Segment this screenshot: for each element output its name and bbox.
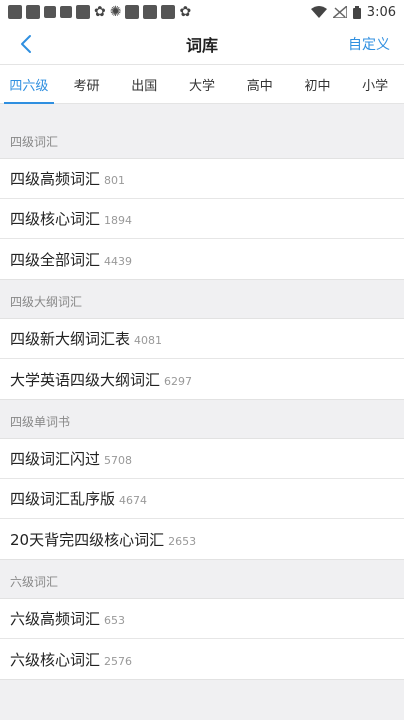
status-bar: ✿ ✺ ✿ 3:06 bbox=[0, 0, 404, 24]
chevron-left-icon bbox=[21, 35, 31, 53]
navigation-bar: 词库 自定义 bbox=[0, 24, 404, 64]
wordbook-row[interactable]: 四级全部词汇 4439 bbox=[0, 239, 404, 279]
section-list: 四级新大纲词汇表 4081 大学英语四级大纲词汇 6297 bbox=[0, 318, 404, 400]
app-notification-icon: ✿ bbox=[94, 4, 106, 20]
word-count: 4081 bbox=[134, 334, 163, 347]
section-header: 六级词汇 bbox=[10, 575, 59, 589]
app-notification-icon: ✺ bbox=[109, 4, 122, 20]
wordbook-row[interactable]: 四级词汇闪过 5708 bbox=[0, 439, 404, 479]
section-list: 六级高频词汇 653 六级核心词汇 2576 bbox=[0, 598, 404, 680]
wordbook-row[interactable]: 四级新大纲词汇表 4081 bbox=[0, 319, 404, 359]
notification-icon bbox=[143, 5, 158, 19]
word-count: 1894 bbox=[104, 214, 133, 227]
wordbook-title: 20天背完四级核心词汇 bbox=[10, 530, 165, 549]
customize-button[interactable]: 自定义 bbox=[348, 34, 390, 54]
notification-icon bbox=[125, 5, 140, 19]
wordbook-title: 四级核心词汇 bbox=[10, 210, 101, 228]
tab-3[interactable]: 大学 bbox=[173, 65, 231, 103]
word-count: 5708 bbox=[104, 454, 133, 467]
tab-2[interactable]: 出国 bbox=[115, 65, 173, 103]
notification-icon bbox=[44, 6, 56, 18]
tab-1[interactable]: 考研 bbox=[58, 65, 116, 103]
battery-icon bbox=[352, 5, 361, 19]
wordbook-row[interactable]: 四级核心词汇 1894 bbox=[0, 199, 404, 239]
tab-0[interactable]: 四六级 bbox=[0, 65, 58, 104]
wordbook-title: 四级词汇乱序版 bbox=[10, 490, 116, 508]
word-count: 2653 bbox=[168, 534, 197, 548]
wordbook-title: 大学英语四级大纲词汇 bbox=[10, 370, 161, 389]
wordbook-row[interactable]: 四级高频词汇 801 bbox=[0, 159, 404, 199]
app-notification-icon: ✿ bbox=[179, 4, 192, 20]
wordbook-row[interactable]: 大学英语四级大纲词汇 6297 bbox=[0, 359, 404, 399]
section-header: 四级大纲词汇 bbox=[10, 295, 83, 309]
page-title: 词库 bbox=[185, 36, 218, 55]
word-count: 2576 bbox=[104, 654, 133, 668]
word-count: 6297 bbox=[164, 374, 193, 388]
notification-icon bbox=[76, 5, 90, 19]
section-list: 四级词汇闪过 5708 四级词汇乱序版 4674 20天背完四级核心词汇 2653 bbox=[0, 438, 404, 560]
word-count: 4674 bbox=[119, 494, 148, 507]
word-count: 801 bbox=[104, 174, 126, 187]
word-count: 653 bbox=[104, 614, 126, 627]
notification-icon bbox=[8, 5, 22, 19]
tab-4[interactable]: 高中 bbox=[231, 65, 289, 103]
section-header: 四级词汇 bbox=[10, 135, 59, 149]
back-button[interactable] bbox=[14, 32, 38, 56]
notification-icons: ✿ ✺ ✿ bbox=[8, 5, 191, 19]
wordbook-title: 六级高频词汇 bbox=[10, 610, 101, 628]
wordbook-title: 四级词汇闪过 bbox=[10, 450, 101, 468]
wordbook-row[interactable]: 四级词汇乱序版 4674 bbox=[0, 479, 404, 519]
section-list: 四级高频词汇 801 四级核心词汇 1894 四级全部词汇 4439 bbox=[0, 158, 404, 280]
wordbook-list: 四级词汇 四级高频词汇 801 四级核心词汇 1894 四级全部词汇 4439 四级大纲词汇四… bbox=[0, 104, 404, 680]
wordbook-row[interactable]: 20天背完四级核心词汇 2653 bbox=[0, 519, 404, 559]
word-count: 4439 bbox=[104, 254, 133, 268]
wordbook-row[interactable]: 六级核心词汇 2576 bbox=[0, 639, 404, 679]
wordbook-row[interactable]: 六级高频词汇 653 bbox=[0, 599, 404, 639]
status-time: 3:06 bbox=[366, 4, 396, 20]
tab-6[interactable]: 小学 bbox=[346, 65, 404, 103]
tab-5[interactable]: 初中 bbox=[289, 65, 347, 103]
no-signal-icon bbox=[332, 6, 347, 18]
wordbook-title: 四级全部词汇 bbox=[10, 250, 101, 269]
wifi-icon bbox=[310, 6, 327, 18]
wordbook-title: 四级新大纲词汇表 bbox=[10, 330, 131, 348]
notification-icon bbox=[161, 5, 176, 19]
wordbook-title: 六级核心词汇 bbox=[10, 650, 101, 669]
category-tabs: 四六级 考研 出国 大学 高中 初中 小学 bbox=[0, 64, 404, 104]
notification-icon bbox=[26, 5, 40, 19]
wordbook-title: 四级高频词汇 bbox=[10, 170, 101, 188]
section-header: 四级单词书 bbox=[10, 415, 71, 429]
notification-icon bbox=[60, 6, 72, 18]
